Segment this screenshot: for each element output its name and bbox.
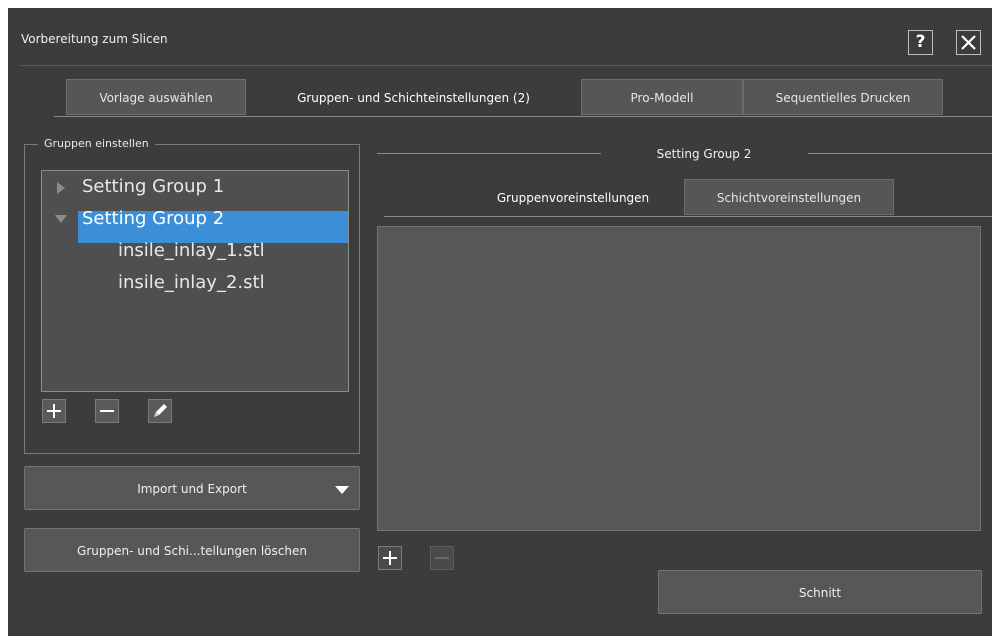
tab-layer-presets[interactable]: Schichtvoreinstellungen xyxy=(684,179,894,215)
legend-line-right xyxy=(808,153,992,154)
add-group-button[interactable] xyxy=(42,399,66,423)
import-export-button[interactable]: Import und Export xyxy=(24,466,360,510)
collapse-arrow-icon[interactable] xyxy=(55,215,67,223)
remove-group-button[interactable] xyxy=(95,399,119,423)
groups-legend: Gruppen einstellen xyxy=(38,137,155,150)
tab-template[interactable]: Vorlage auswählen xyxy=(66,79,246,115)
help-button[interactable]: ? xyxy=(908,30,933,55)
window-title: Vorbereitung zum Slicen xyxy=(21,32,168,46)
delete-settings-button[interactable]: Gruppen- und Schi...tellungen löschen xyxy=(24,528,360,572)
pencil-icon xyxy=(154,404,167,417)
close-button[interactable] xyxy=(956,30,981,55)
tree-item-file[interactable]: insile_inlay_1.stl xyxy=(118,240,265,261)
edit-group-button[interactable] xyxy=(148,399,172,423)
add-preset-button[interactable] xyxy=(378,546,402,570)
import-export-label: Import und Export xyxy=(137,482,247,496)
tab-per-model[interactable]: Pro-Modell xyxy=(581,79,743,115)
tab-group-presets[interactable]: Gruppenvoreinstellungen xyxy=(462,179,684,215)
legend-line-left xyxy=(377,153,601,154)
slice-preparation-dialog: Vorbereitung zum Slicen ? Vorlage auswäh… xyxy=(8,8,992,636)
tree-item-setting-group-1[interactable]: Setting Group 1 xyxy=(82,176,224,197)
expand-arrow-icon[interactable] xyxy=(57,182,65,194)
remove-preset-button[interactable] xyxy=(430,546,454,570)
tab-group-layer-settings[interactable]: Gruppen- und Schichteinstellungen (2) xyxy=(246,79,581,115)
sub-tab-bar: Gruppenvoreinstellungen Schichtvoreinste… xyxy=(384,178,992,217)
tree-item-file[interactable]: insile_inlay_2.stl xyxy=(118,272,265,293)
main-tab-bar: Vorlage auswählen Gruppen- und Schichtei… xyxy=(54,78,992,117)
dropdown-caret-icon xyxy=(335,486,349,494)
slice-button[interactable]: Schnitt xyxy=(658,570,982,614)
tab-sequential-printing[interactable]: Sequentielles Drucken xyxy=(743,79,943,115)
right-panel-legend: Setting Group 2 xyxy=(656,147,752,161)
title-separator xyxy=(20,65,992,66)
close-icon xyxy=(961,35,976,50)
tree-item-setting-group-2[interactable]: Setting Group 2 xyxy=(82,208,224,229)
preset-list-area[interactable] xyxy=(377,226,981,531)
